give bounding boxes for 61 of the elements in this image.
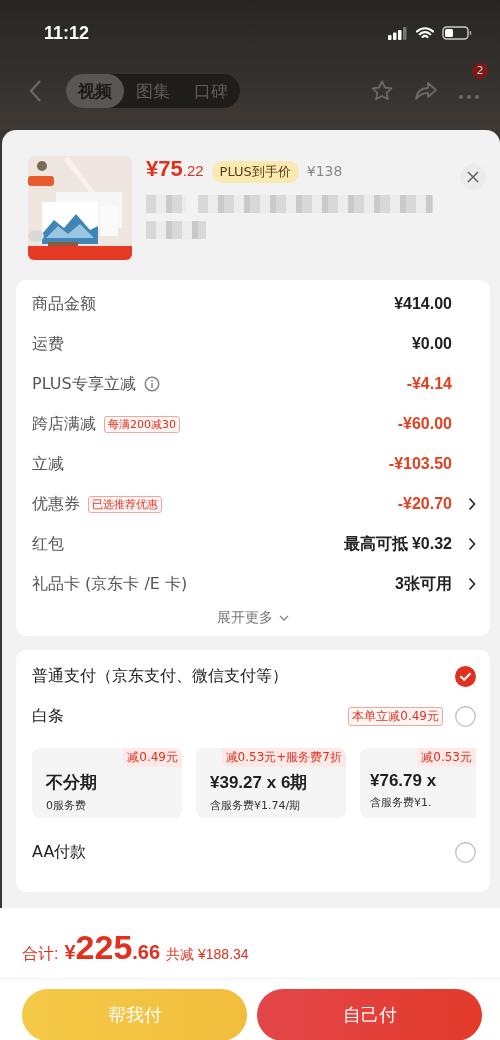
share-icon[interactable] (414, 80, 438, 102)
chevron-icon[interactable] (468, 537, 476, 551)
close-button[interactable] (460, 164, 486, 190)
plan-fee: 含服务费¥1.74/期 (210, 798, 302, 813)
plan-fee: 0服务费 (46, 798, 87, 813)
row-value: -¥20.70 (397, 495, 452, 513)
total-price: ¥225.66 (64, 928, 161, 967)
row-value: -¥60.00 (397, 415, 452, 433)
row-label: 红包 (32, 533, 64, 555)
row-label: 立减 (32, 453, 64, 475)
plan-promo: 减0.53元 (417, 748, 476, 767)
plan-title: 不分期 (46, 772, 98, 794)
row-value: -¥4.14 (406, 375, 452, 393)
chevron-icon[interactable] (468, 577, 476, 591)
plan-fee: 含服务费¥1. (370, 795, 433, 810)
installment-card[interactable]: 减0.53元 ¥76.79 x 含服务费¥1. (360, 748, 476, 818)
row-value: ¥0.00 (411, 335, 452, 353)
back-icon[interactable] (28, 79, 42, 103)
more-icon[interactable] (458, 93, 480, 100)
row-value: 最高可抵 ¥0.32 (343, 533, 452, 554)
expand-more-button[interactable]: 展开更多 (211, 608, 295, 628)
pay-button[interactable]: 自己付 (257, 989, 482, 1040)
star-icon[interactable] (370, 79, 394, 103)
signal-icon (388, 26, 408, 40)
chevron-icon[interactable] (468, 497, 476, 511)
payment-option-label[interactable]: 白条 (32, 705, 64, 727)
row-value: ¥414.00 (394, 295, 452, 313)
row-label: 优惠券 (32, 493, 80, 515)
radio-button[interactable] (455, 841, 476, 863)
plan-promo: 减0.53元+服务费7折 (221, 748, 346, 767)
radio-button[interactable] (455, 705, 476, 727)
original-price: ¥138 (306, 163, 343, 179)
plan-title: ¥39.27 x 6期 (210, 772, 309, 794)
radio-checked[interactable] (455, 665, 476, 687)
plan-promo: 减0.49元 (123, 748, 182, 767)
total-savings: 共减 ¥188.34 (166, 946, 249, 964)
promo-tag: 已选推荐优惠 (88, 495, 162, 513)
info-icon[interactable] (143, 376, 160, 392)
payment-option-label[interactable]: AA付款 (32, 841, 87, 863)
promo-tag: 本单立减0.49元 (348, 706, 443, 726)
row-label: 商品金额 (32, 293, 96, 315)
row-label: 运费 (32, 333, 64, 355)
total-label: 合计: (22, 944, 59, 964)
row-label: PLUS专享立减 (32, 373, 136, 395)
row-label: 礼品卡 (京东卡 /E 卡) (32, 573, 188, 595)
row-value: -¥103.50 (388, 455, 452, 473)
battery-icon (442, 26, 472, 40)
close-icon (467, 171, 479, 183)
row-label: 跨店满减 (32, 413, 96, 435)
product-price: ¥75.22 (146, 156, 204, 182)
payment-option-label[interactable]: 普通支付（京东支付、微信支付等） (32, 665, 288, 687)
installment-card[interactable]: 减0.53元+服务费7折 ¥39.27 x 6期 含服务费¥1.74/期 (196, 748, 346, 818)
chevron-down-icon (279, 615, 289, 621)
row-value: 3张可用 (395, 573, 452, 594)
wifi-icon (416, 26, 434, 40)
plus-price-tag: PLUS到手价 (211, 161, 299, 183)
plan-title: ¥76.79 x (370, 771, 438, 791)
installment-card[interactable]: 减0.49元 不分期 0服务费 (32, 748, 182, 818)
status-time: 11:12 (44, 22, 90, 44)
promo-tag: 每满200减30 (104, 415, 180, 433)
notification-badge: 2 (472, 62, 488, 79)
